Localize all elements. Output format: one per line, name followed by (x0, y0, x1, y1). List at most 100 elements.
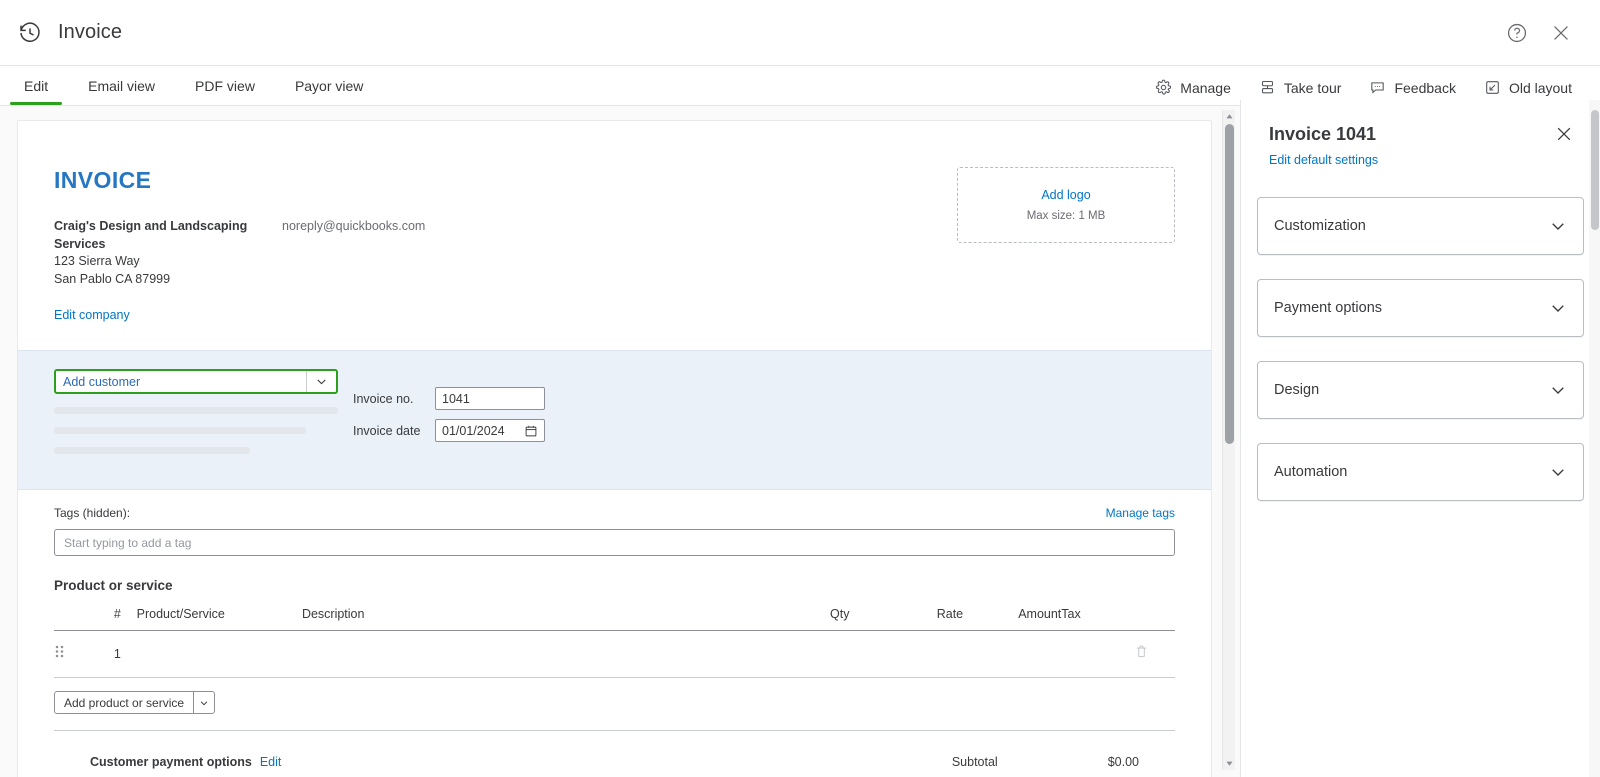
row-qty[interactable] (735, 630, 850, 678)
take-tour-label: Take tour (1283, 79, 1342, 96)
accordion-design[interactable]: Design (1257, 361, 1584, 419)
add-product-or-service-button[interactable]: Add product or service (55, 692, 193, 713)
payment-options-edit-link[interactable]: Edit (260, 755, 282, 769)
invoice-no-label: Invoice no. (353, 391, 414, 406)
window-actions (1506, 22, 1572, 44)
chevron-down-icon[interactable] (1549, 217, 1567, 235)
customer-placeholder-bar (54, 407, 338, 414)
product-or-service-section: Product or service # Product/Service Des… (18, 556, 1211, 769)
customer-section: Add customer Invoice no. 1041 Invoice da… (18, 350, 1211, 490)
invoice-header-section: INVOICE Craig's Design and Landscaping S… (18, 121, 1211, 350)
row-drag-cell[interactable] (54, 630, 114, 678)
chevron-down-icon[interactable] (1549, 381, 1567, 399)
chevron-down-icon[interactable] (193, 692, 214, 713)
accordion-customization[interactable]: Customization (1257, 197, 1584, 255)
chevron-down-icon[interactable] (306, 371, 336, 392)
trash-icon[interactable] (1134, 644, 1149, 659)
row-delete-cell[interactable] (1133, 630, 1175, 678)
invoice-editor-app: Invoice Edit Email view PDF view Payor v… (0, 0, 1600, 777)
feedback-button[interactable]: Feedback (1369, 79, 1456, 96)
invoice-date-input[interactable]: 01/01/2024 (435, 419, 545, 442)
customer-placeholder-bar (54, 447, 250, 454)
accordion-payment-options[interactable]: Payment options (1257, 279, 1584, 337)
line-items-table: # Product/Service Description Qty Rate A… (54, 607, 1175, 678)
row-description[interactable] (301, 630, 736, 678)
invoice-date-row: Invoice date 01/01/2024 (353, 419, 545, 442)
product-section-title: Product or service (54, 578, 173, 593)
logo-max-size-label: Max size: 1 MB (1026, 210, 1106, 222)
row-index: 1 (113, 630, 137, 678)
company-address-line-2: San Pablo CA 87999 (54, 271, 171, 286)
help-circle-icon[interactable] (1506, 22, 1528, 44)
accordion-automation[interactable]: Automation (1257, 443, 1584, 501)
tag-input[interactable]: Start typing to add a tag (54, 529, 1175, 556)
old-layout-label: Old layout (1508, 79, 1572, 96)
tab-email-view[interactable]: Email view (88, 78, 155, 105)
edit-default-settings-link[interactable]: Edit default settings (1269, 153, 1378, 167)
tags-section: Tags (hidden): Manage tags Start typing … (18, 490, 1211, 556)
invoice-no-input[interactable]: 1041 (435, 387, 545, 410)
accordion-label: Design (1274, 382, 1320, 398)
accordion-label: Automation (1274, 464, 1348, 480)
company-address-line-1: 123 Sierra Way (54, 254, 140, 268)
line-items-head: # Product/Service Description Qty Rate A… (54, 607, 1175, 631)
panel-scrollbar-thumb[interactable] (1591, 110, 1599, 230)
form-scrollbar[interactable] (1222, 110, 1235, 770)
edit-company-link[interactable]: Edit company (54, 308, 130, 322)
page-title: Invoice (58, 21, 123, 43)
calendar-icon[interactable] (524, 424, 538, 438)
row-product-service[interactable] (136, 630, 302, 678)
invoice-date-label: Invoice date (353, 423, 421, 438)
old-layout-button[interactable]: Old layout (1484, 79, 1572, 96)
invoice-number-row: Invoice no. 1041 (353, 387, 545, 410)
col-delete (1133, 607, 1175, 631)
company-name: Craig's Design and Landscaping Services (54, 219, 248, 251)
panel-scrollbar[interactable] (1589, 100, 1600, 777)
row-amount[interactable] (963, 630, 1062, 678)
expand-arrow-box-icon (1486, 81, 1499, 94)
window-title-bar: Invoice (0, 0, 1600, 66)
tags-label: Tags (hidden): (54, 506, 131, 520)
company-address-block: Craig's Design and Landscaping Services … (54, 218, 254, 288)
close-icon[interactable] (1554, 124, 1574, 144)
row-rate[interactable] (849, 630, 964, 678)
customer-payment-options-label: Customer payment options (90, 755, 252, 769)
tab-edit[interactable]: Edit (9, 78, 63, 105)
manage-button[interactable]: Manage (1155, 79, 1231, 96)
table-row[interactable]: 1 (54, 630, 1175, 678)
side-panel-header: Invoice 1041 Edit default settings (1241, 100, 1600, 169)
drag-handle-icon[interactable] (54, 644, 65, 659)
subtotal-value: $0.00 (1107, 755, 1139, 769)
tab-pdf-view[interactable]: PDF view (195, 78, 255, 105)
col-tax: Tax (1061, 607, 1134, 631)
take-tour-button[interactable]: Take tour (1259, 79, 1342, 96)
scroll-up-icon[interactable] (1225, 112, 1234, 121)
add-product-or-service-split-button[interactable]: Add product or service (54, 691, 216, 714)
scroll-down-icon[interactable] (1225, 759, 1234, 768)
gear-icon (1156, 79, 1172, 95)
close-icon[interactable] (1550, 22, 1572, 44)
accordion-label: Payment options (1274, 300, 1383, 316)
company-email: noreply@quickbooks.com (282, 219, 426, 233)
side-panel-title: Invoice 1041 (1269, 124, 1377, 144)
chevron-down-icon[interactable] (1549, 299, 1567, 317)
chevron-down-icon[interactable] (1549, 463, 1567, 481)
manage-label: Manage (1180, 79, 1231, 96)
form-scrollbar-thumb[interactable] (1225, 124, 1234, 444)
add-customer-placeholder: Add customer (63, 374, 141, 389)
tab-payor-view[interactable]: Payor view (295, 78, 363, 105)
subtotal-label: Subtotal (951, 755, 998, 769)
line-items-header-row: # Product/Service Description Qty Rate A… (54, 607, 1175, 631)
customer-placeholder-bar (54, 427, 306, 434)
feedback-label: Feedback (1394, 79, 1456, 96)
accordion-label: Customization (1274, 218, 1366, 234)
add-logo-label[interactable]: Add logo (1041, 188, 1090, 202)
add-logo-dropzone[interactable]: Add logo Max size: 1 MB (957, 167, 1175, 243)
add-customer-combobox[interactable]: Add customer (54, 369, 338, 394)
invoice-no-value: 1041 (442, 391, 470, 406)
row-tax[interactable] (1061, 630, 1134, 678)
manage-tags-link[interactable]: Manage tags (1106, 506, 1175, 520)
col-description: Description (301, 607, 736, 631)
history-clock-icon[interactable] (18, 21, 42, 45)
invoice-form-card: INVOICE Craig's Design and Landscaping S… (17, 120, 1212, 777)
